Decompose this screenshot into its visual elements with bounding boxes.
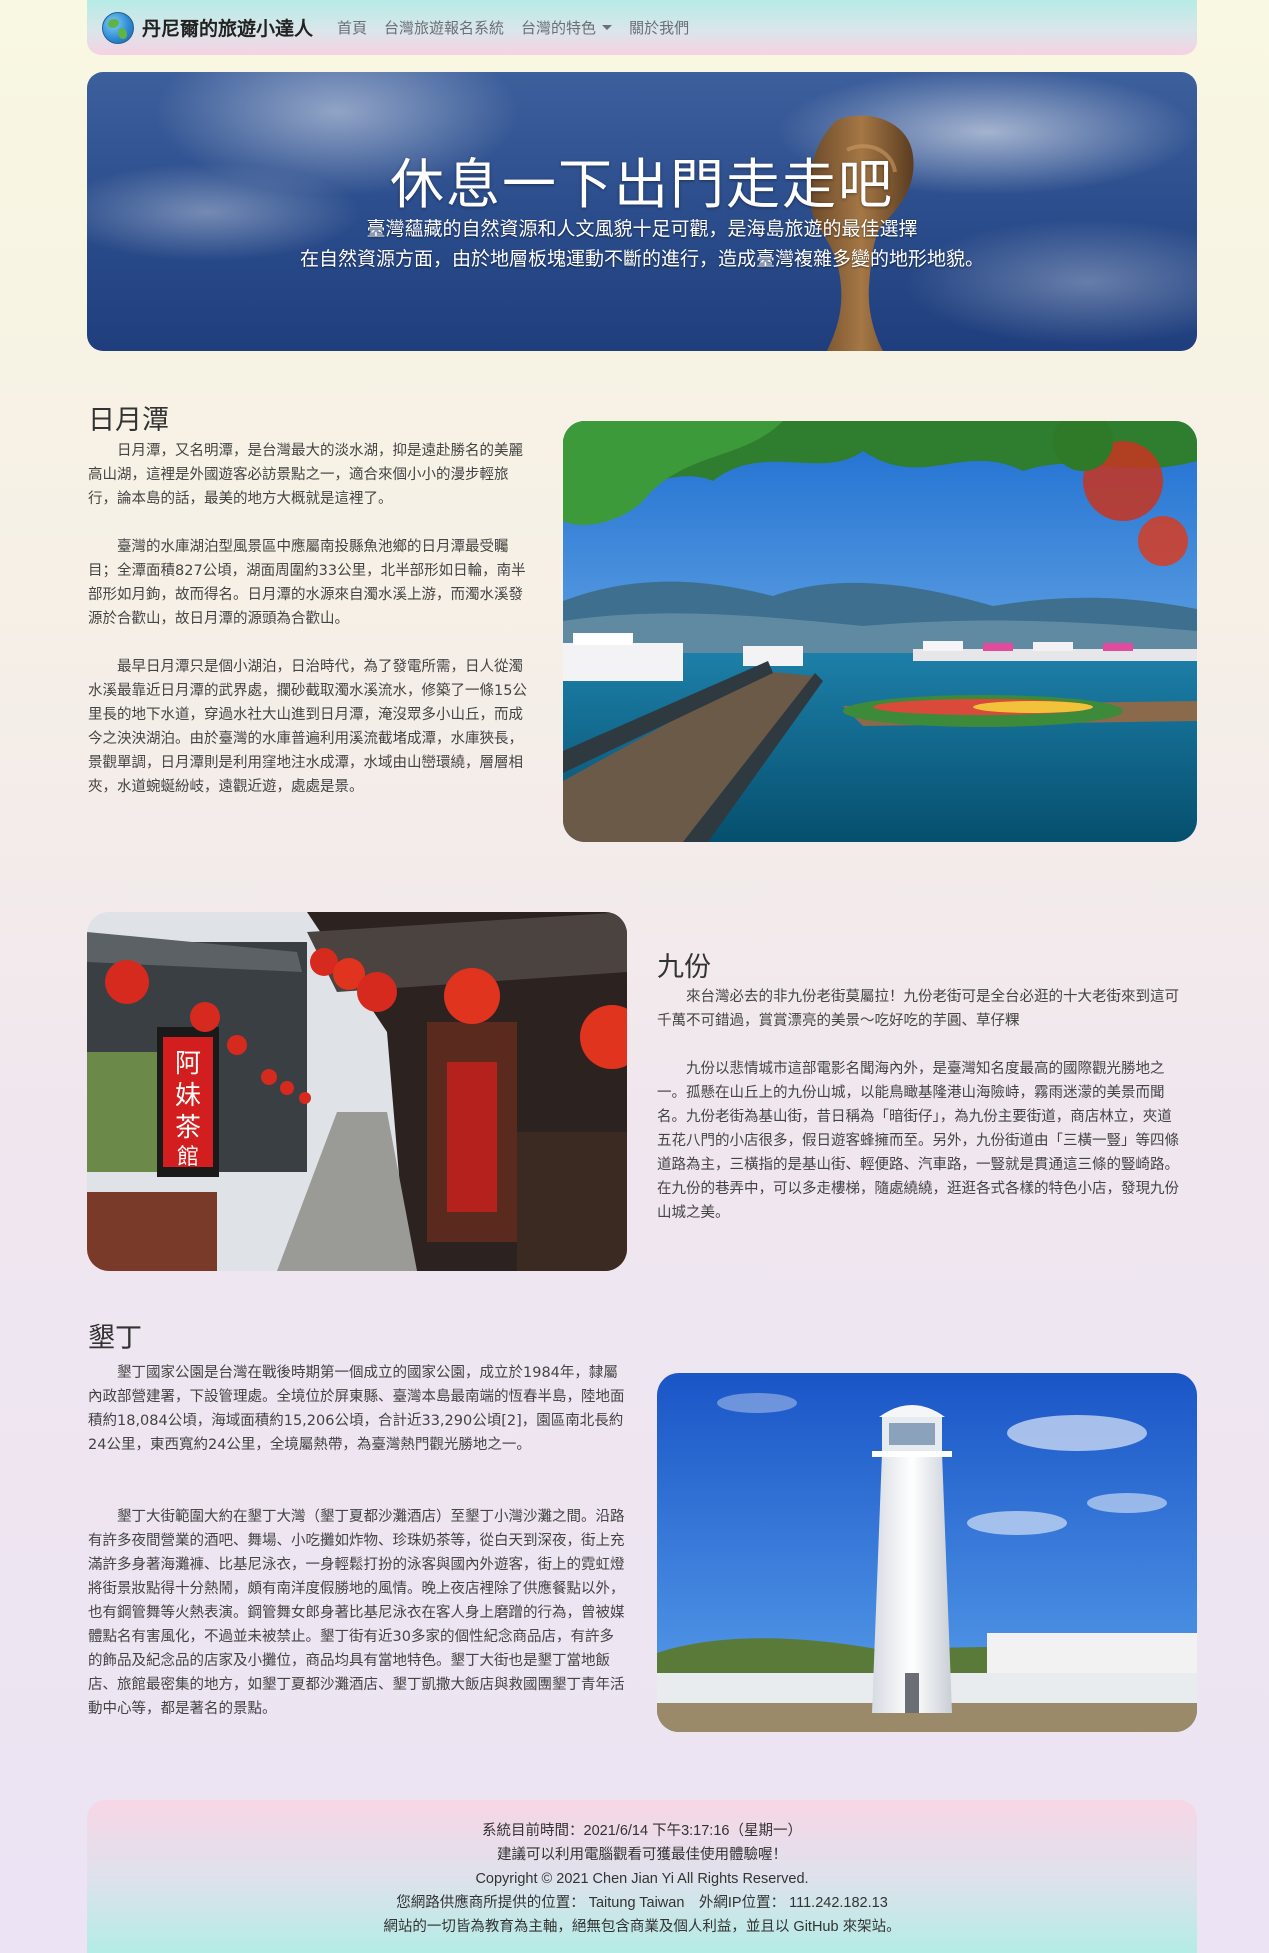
nav-features-dropdown[interactable]: 台灣的特色 <box>521 17 613 38</box>
nav-home[interactable]: 首頁 <box>337 17 367 38</box>
kenting-lighthouse-photo <box>657 1373 1197 1732</box>
nav-registration[interactable]: 台灣旅遊報名系統 <box>384 17 504 38</box>
footer: 系統目前時間：2021/6/14 下午3:17:16（星期一） 建議可以利用電腦… <box>87 1800 1197 1953</box>
svg-text:阿: 阿 <box>175 1049 201 1079</box>
svg-text:妹: 妹 <box>175 1081 201 1111</box>
kenting-paragraph-2: 墾丁大街範圍大約在墾丁大灣（墾丁夏都沙灘酒店）至墾丁小灣沙灘之間。沿路有許多夜間… <box>88 1509 625 1717</box>
footer-system-time: 系統目前時間：2021/6/14 下午3:17:16（星期一） <box>482 1823 802 1839</box>
hero-title: 休息一下出門走走吧 <box>390 153 894 216</box>
navbar: 丹尼爾的旅遊小達人 首頁 台灣旅遊報名系統 台灣的特色 關於我們 <box>87 0 1197 55</box>
nav-features-label: 台灣的特色 <box>521 19 597 37</box>
sun-moon-lake-paragraph-3: 最早日月潭只是個小湖泊，日治時代，為了發電所需，日人從濁水溪最靠近日月潭的武界處… <box>88 659 527 795</box>
section-title-sun-moon-lake: 日月潭 <box>88 405 169 436</box>
hero-banner: 休息一下出門走走吧 臺灣蘊藏的自然資源和人文風貌十足可觀，是海島旅遊的最佳選擇 … <box>87 72 1197 351</box>
footer-location: 您網路供應商所提供的位置： Taitung Taiwan 外網IP位置： 111… <box>396 1895 888 1911</box>
footer-copyright: Copyright © 2021 Chen Jian Yi All Rights… <box>475 1871 809 1887</box>
brand-title: 丹尼爾的旅遊小達人 <box>142 18 314 40</box>
jiufen-paragraph-1: 來台灣必去的非九份老街莫屬拉！九份老街可是全台必逛的十大老街來到這可千萬不可錯過… <box>657 989 1179 1029</box>
brand-link[interactable]: 丹尼爾的旅遊小達人 <box>102 11 314 44</box>
nav-about[interactable]: 關於我們 <box>629 17 689 38</box>
sun-moon-lake-paragraph-1: 日月潭，又名明潭，是台灣最大的淡水湖，抑是遠赴勝名的美麗高山湖，這裡是外國遊客必… <box>88 443 523 507</box>
sun-moon-lake-paragraph-2: 臺灣的水庫湖泊型風景區中應屬南投縣魚池鄉的日月潭最受矚目；全潭面積827公頃，湖… <box>88 539 526 627</box>
section-title-kenting: 墾丁 <box>88 1323 142 1354</box>
svg-text:茶: 茶 <box>175 1113 201 1143</box>
footer-note: 網站的一切皆為教育為主軸，絕無包含商業及個人利益，並且以 GitHub 來架站。 <box>383 1919 901 1935</box>
caret-down-icon <box>602 25 613 30</box>
jiufen-photo: 阿 妹 茶 館 <box>87 912 627 1271</box>
nav-links: 首頁 台灣旅遊報名系統 台灣的特色 關於我們 <box>337 17 706 38</box>
sun-moon-lake-photo <box>563 421 1197 842</box>
svg-text:館: 館 <box>177 1145 199 1170</box>
hero-subtitle-2: 在自然資源方面，由於地層板塊運動不斷的進行，造成臺灣複雜多變的地形地貌。 <box>299 248 984 270</box>
hero-subtitle-1: 臺灣蘊藏的自然資源和人文風貌十足可觀，是海島旅遊的最佳選擇 <box>366 218 918 240</box>
kenting-paragraph-1: 墾丁國家公園是台灣在戰後時期第一個成立的國家公園，成立於1984年，隸屬內政部營… <box>88 1365 625 1453</box>
jiufen-paragraph-2: 九份以悲情城市這部電影名聞海內外，是臺灣知名度最高的國際觀光勝地之一。孤懸在山丘… <box>657 1061 1179 1221</box>
section-title-jiufen: 九份 <box>657 952 711 983</box>
footer-advice: 建議可以利用電腦觀看可獲最佳使用體驗喔！ <box>497 1847 787 1863</box>
globe-icon <box>102 11 134 44</box>
